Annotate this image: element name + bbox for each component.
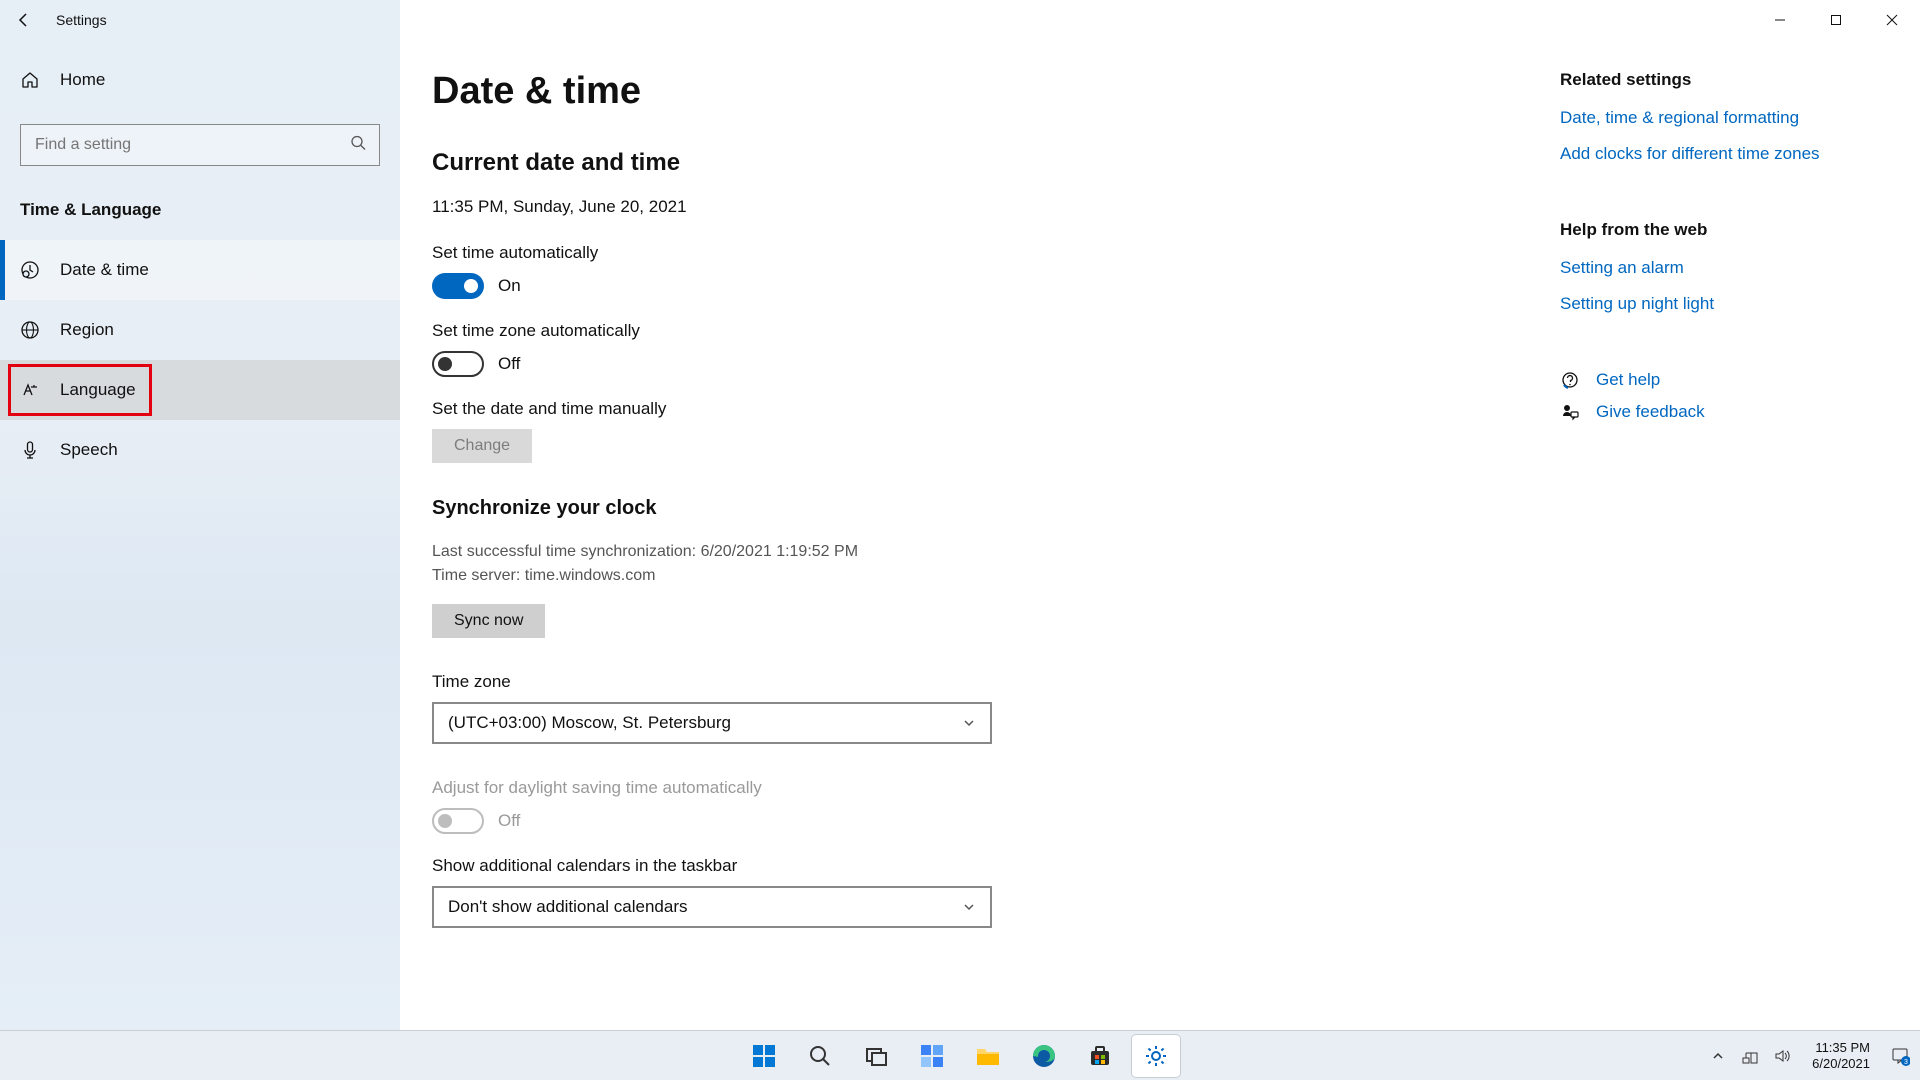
- network-icon: [1741, 1047, 1759, 1065]
- link-regional-formatting[interactable]: Date, time & regional formatting: [1560, 108, 1880, 128]
- additional-calendars-label: Show additional calendars in the taskbar: [432, 856, 1520, 876]
- search-icon: [350, 135, 366, 156]
- volume-icon: [1773, 1047, 1791, 1065]
- sidebar-item-region[interactable]: Region: [0, 300, 400, 360]
- tray-volume[interactable]: [1770, 1044, 1794, 1068]
- store-icon: [1088, 1044, 1112, 1068]
- timezone-dropdown[interactable]: (UTC+03:00) Moscow, St. Petersburg: [432, 702, 992, 744]
- minimize-icon: [1774, 14, 1786, 26]
- auto-time-state: On: [498, 276, 521, 296]
- start-button[interactable]: [740, 1035, 788, 1077]
- tray-overflow[interactable]: [1706, 1044, 1730, 1068]
- feedback-icon: [1560, 402, 1580, 422]
- sidebar-item-label: Date & time: [60, 260, 149, 280]
- auto-timezone-toggle[interactable]: [432, 351, 484, 377]
- link-give-feedback[interactable]: Give feedback: [1596, 402, 1705, 422]
- minimize-button[interactable]: [1752, 0, 1808, 40]
- svg-text:3: 3: [1904, 1059, 1908, 1066]
- timezone-value: (UTC+03:00) Moscow, St. Petersburg: [448, 713, 731, 733]
- search-input[interactable]: [20, 124, 380, 166]
- auto-timezone-label: Set time zone automatically: [432, 321, 1520, 341]
- sync-last-text: Last successful time synchronization: 6/…: [432, 540, 1520, 564]
- arrow-left-icon: [16, 12, 32, 28]
- close-icon: [1886, 14, 1898, 26]
- link-add-clocks[interactable]: Add clocks for different time zones: [1560, 144, 1880, 164]
- microphone-icon: [20, 440, 40, 460]
- dst-state: Off: [498, 811, 520, 831]
- sidebar-item-label: Speech: [60, 440, 118, 460]
- taskview-icon: [864, 1044, 888, 1068]
- tray-time[interactable]: 11:35 PM: [1812, 1040, 1870, 1056]
- sidebar-item-language[interactable]: Language: [0, 360, 400, 420]
- current-datetime-heading: Current date and time: [432, 149, 1520, 177]
- close-button[interactable]: [1864, 0, 1920, 40]
- feedback-row[interactable]: Give feedback: [1560, 402, 1880, 422]
- dst-label: Adjust for daylight saving time automati…: [432, 778, 1520, 798]
- change-button: Change: [432, 429, 532, 463]
- get-help-row[interactable]: Get help: [1560, 370, 1880, 390]
- help-from-web-heading: Help from the web: [1560, 220, 1880, 240]
- sidebar-item-speech[interactable]: Speech: [0, 420, 400, 480]
- folder-icon: [975, 1045, 1001, 1067]
- auto-timezone-state: Off: [498, 354, 520, 374]
- taskbar-edge[interactable]: [1020, 1035, 1068, 1077]
- sidebar-item-date-time[interactable]: Date & time: [0, 240, 400, 300]
- taskbar-search[interactable]: [796, 1035, 844, 1077]
- chevron-up-icon: [1711, 1049, 1725, 1063]
- taskbar-widgets[interactable]: [908, 1035, 956, 1077]
- taskbar-explorer[interactable]: [964, 1035, 1012, 1077]
- window-title: Settings: [48, 12, 107, 28]
- home-icon: [20, 70, 40, 90]
- tray-date[interactable]: 6/20/2021: [1812, 1056, 1870, 1072]
- taskbar-settings[interactable]: [1132, 1035, 1180, 1077]
- dst-toggle: [432, 808, 484, 834]
- sidebar-section-heading: Time & Language: [0, 200, 400, 220]
- taskbar: 11:35 PM 6/20/2021 3: [0, 1030, 1920, 1080]
- sidebar-item-label: Region: [60, 320, 114, 340]
- additional-calendars-dropdown[interactable]: Don't show additional calendars: [432, 886, 992, 928]
- windows-icon: [751, 1043, 777, 1069]
- language-icon: [20, 380, 40, 400]
- search-icon: [808, 1044, 832, 1068]
- sidebar-item-label: Language: [60, 380, 136, 400]
- link-get-help[interactable]: Get help: [1596, 370, 1660, 390]
- tray-notifications[interactable]: 3: [1888, 1044, 1912, 1068]
- sync-now-button[interactable]: Sync now: [432, 604, 545, 638]
- related-settings-heading: Related settings: [1560, 70, 1880, 90]
- manual-datetime-label: Set the date and time manually: [432, 399, 1520, 419]
- clock-icon: [20, 260, 40, 280]
- widgets-icon: [919, 1043, 945, 1069]
- edge-icon: [1031, 1043, 1057, 1069]
- current-datetime-value: 11:35 PM, Sunday, June 20, 2021: [432, 197, 1520, 217]
- taskbar-taskview[interactable]: [852, 1035, 900, 1077]
- help-icon: [1560, 370, 1580, 390]
- taskbar-store[interactable]: [1076, 1035, 1124, 1077]
- notification-icon: 3: [1890, 1046, 1910, 1066]
- tray-network[interactable]: [1738, 1044, 1762, 1068]
- page-title: Date & time: [432, 70, 1520, 113]
- chevron-down-icon: [962, 900, 976, 914]
- link-setting-alarm[interactable]: Setting an alarm: [1560, 258, 1880, 278]
- timezone-label: Time zone: [432, 672, 1520, 692]
- sidebar-home-label: Home: [60, 70, 105, 90]
- sync-server-text: Time server: time.windows.com: [432, 564, 1520, 588]
- auto-time-label: Set time automatically: [432, 243, 1520, 263]
- maximize-icon: [1830, 14, 1842, 26]
- chevron-down-icon: [962, 716, 976, 730]
- link-night-light[interactable]: Setting up night light: [1560, 294, 1880, 314]
- auto-time-toggle[interactable]: [432, 273, 484, 299]
- sidebar: Home Time & Language Date & time Region: [0, 0, 400, 1030]
- gear-icon: [1144, 1044, 1168, 1068]
- globe-icon: [20, 320, 40, 340]
- additional-calendars-value: Don't show additional calendars: [448, 897, 688, 917]
- sync-clock-heading: Synchronize your clock: [432, 497, 1520, 520]
- maximize-button[interactable]: [1808, 0, 1864, 40]
- sidebar-home[interactable]: Home: [0, 50, 400, 110]
- back-button[interactable]: [0, 0, 48, 40]
